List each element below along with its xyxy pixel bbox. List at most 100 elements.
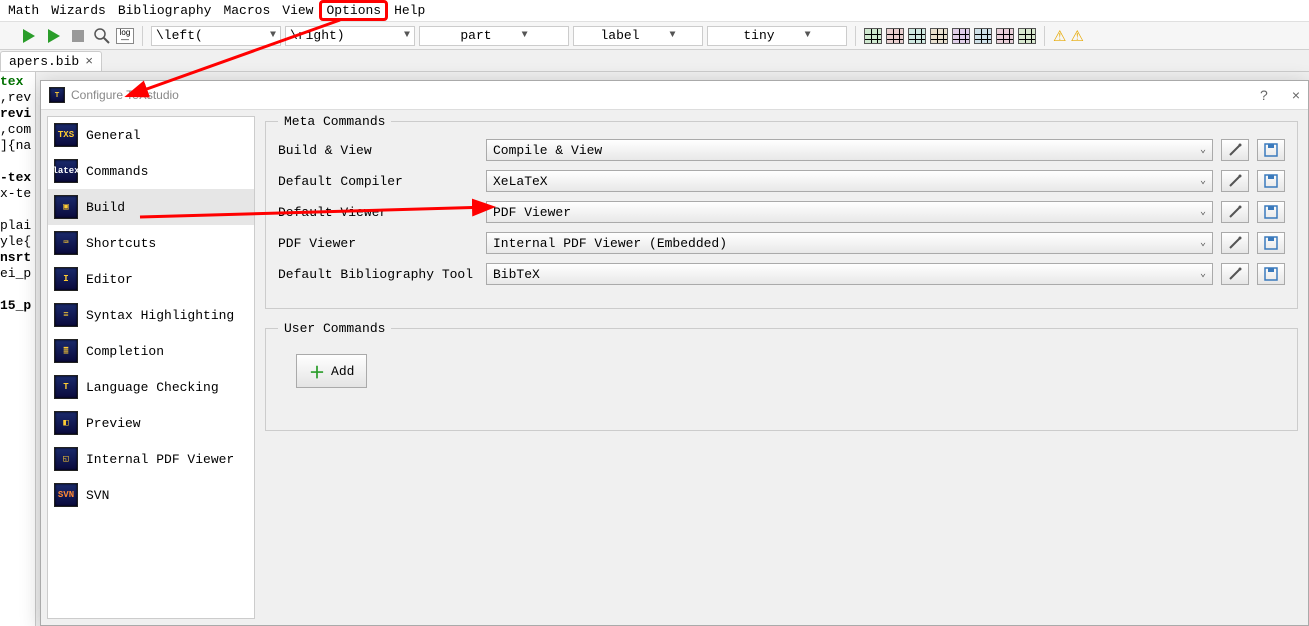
row-build-view: Build & View Compile & View ⌄	[278, 139, 1285, 161]
warning-icon[interactable]: ⚠	[1053, 27, 1066, 45]
sidebar-item-completion[interactable]: ≣ Completion	[48, 333, 254, 369]
commands-icon: latex	[54, 159, 78, 183]
save-button[interactable]	[1257, 139, 1285, 161]
editor-icon: I	[54, 267, 78, 291]
shortcuts-icon: ⌨	[54, 231, 78, 255]
combo-part[interactable]: part ▼	[419, 26, 569, 46]
wand-button[interactable]	[1221, 263, 1249, 285]
sidebar-item-label: Syntax Highlighting	[86, 308, 234, 323]
select-default-compiler[interactable]: XeLaTeX ⌄	[486, 170, 1213, 192]
sidebar-item-build[interactable]: ▣ Build	[48, 189, 254, 225]
table-icon[interactable]	[908, 28, 926, 44]
warning-icon[interactable]: ⚠	[1070, 27, 1083, 45]
add-button[interactable]: ＋ Add	[296, 354, 367, 388]
combo-label[interactable]: label ▼	[573, 26, 703, 46]
select-default-viewer[interactable]: PDF Viewer ⌄	[486, 201, 1213, 223]
table-icon[interactable]	[974, 28, 992, 44]
completion-icon: ≣	[54, 339, 78, 363]
configure-dialog: T Configure TeXstudio ? × TXS General la…	[40, 80, 1309, 626]
chevron-down-icon: ▼	[670, 30, 676, 41]
zoom-icon[interactable]	[92, 26, 112, 46]
table-icon[interactable]	[996, 28, 1014, 44]
user-commands-legend: User Commands	[278, 321, 391, 336]
select-build-view[interactable]: Compile & View ⌄	[486, 139, 1213, 161]
wand-button[interactable]	[1221, 139, 1249, 161]
menu-macros[interactable]: Macros	[217, 1, 276, 20]
table-icon[interactable]	[1018, 28, 1036, 44]
save-button[interactable]	[1257, 201, 1285, 223]
toolbar-separator	[142, 26, 143, 46]
sidebar-item-general[interactable]: TXS General	[48, 117, 254, 153]
combo-right-value: \right)	[290, 28, 345, 43]
sidebar-item-pdf-viewer[interactable]: ◱ Internal PDF Viewer	[48, 441, 254, 477]
sidebar-item-preview[interactable]: ◧ Preview	[48, 405, 254, 441]
menu-bar: Math Wizards Bibliography Macros View Op…	[0, 0, 1309, 22]
sidebar-item-svn[interactable]: SVN SVN	[48, 477, 254, 513]
table-icon[interactable]	[952, 28, 970, 44]
save-button[interactable]	[1257, 263, 1285, 285]
select-pdf-viewer[interactable]: Internal PDF Viewer (Embedded) ⌄	[486, 232, 1213, 254]
config-panel: Meta Commands Build & View Compile & Vie…	[261, 110, 1308, 625]
sidebar-item-editor[interactable]: I Editor	[48, 261, 254, 297]
log-icon[interactable]: log—	[116, 28, 134, 44]
editor-gutter: tex ,rev revi ,com ]{na -tex x-te plai y…	[0, 72, 36, 626]
sidebar-item-commands[interactable]: latex Commands	[48, 153, 254, 189]
file-tab-name: apers.bib	[9, 54, 79, 69]
chevron-down-icon: ⌄	[1200, 237, 1206, 249]
language-icon: T	[54, 375, 78, 399]
add-label: Add	[331, 364, 354, 379]
close-icon[interactable]: ×	[85, 54, 93, 69]
stop-icon[interactable]	[68, 26, 88, 46]
help-button[interactable]: ?	[1260, 87, 1268, 103]
menu-view[interactable]: View	[276, 1, 319, 20]
row-default-compiler: Default Compiler XeLaTeX ⌄	[278, 170, 1285, 192]
label-default-viewer: Default Viewer	[278, 205, 478, 220]
select-value: BibTeX	[493, 267, 540, 282]
settings-sidebar: TXS General latex Commands ▣ Build ⌨ Sho…	[47, 116, 255, 619]
table-icon[interactable]	[886, 28, 904, 44]
menu-help[interactable]: Help	[388, 1, 431, 20]
play-icon[interactable]	[44, 26, 64, 46]
sidebar-item-syntax[interactable]: ≡ Syntax Highlighting	[48, 297, 254, 333]
combo-right[interactable]: \right) ▼	[285, 26, 415, 46]
dialog-titlebar: T Configure TeXstudio ? ×	[41, 81, 1308, 109]
sidebar-item-label: Editor	[86, 272, 133, 287]
sidebar-item-label: General	[86, 128, 141, 143]
save-button[interactable]	[1257, 232, 1285, 254]
wand-button[interactable]	[1221, 201, 1249, 223]
label-bibliography: Default Bibliography Tool	[278, 267, 478, 282]
menu-math[interactable]: Math	[2, 1, 45, 20]
toolbar-separator	[1044, 26, 1045, 46]
menu-wizards[interactable]: Wizards	[45, 1, 112, 20]
toolbar: log— \left( ▼ \right) ▼ part ▼ label ▼ t…	[0, 22, 1309, 50]
file-tab[interactable]: apers.bib ×	[0, 51, 102, 71]
meta-commands-group: Meta Commands Build & View Compile & Vie…	[265, 114, 1298, 309]
select-value: XeLaTeX	[493, 174, 548, 189]
sidebar-item-shortcuts[interactable]: ⌨ Shortcuts	[48, 225, 254, 261]
close-button[interactable]: ×	[1292, 87, 1300, 103]
label-build-view: Build & View	[278, 143, 478, 158]
chevron-down-icon: ▼	[270, 30, 276, 41]
select-bibliography[interactable]: BibTeX ⌄	[486, 263, 1213, 285]
save-button[interactable]	[1257, 170, 1285, 192]
sidebar-item-language[interactable]: T Language Checking	[48, 369, 254, 405]
menu-options[interactable]: Options	[319, 0, 388, 21]
chevron-down-icon: ▼	[522, 30, 528, 41]
combo-left[interactable]: \left( ▼	[151, 26, 281, 46]
combo-tiny[interactable]: tiny ▼	[707, 26, 847, 46]
chevron-down-icon: ⌄	[1200, 206, 1206, 218]
menu-bibliography[interactable]: Bibliography	[112, 1, 218, 20]
wand-button[interactable]	[1221, 170, 1249, 192]
sidebar-item-label: Completion	[86, 344, 164, 359]
chevron-down-icon: ⌄	[1200, 268, 1206, 280]
table-icon[interactable]	[864, 28, 882, 44]
file-tab-bar: apers.bib ×	[0, 50, 1309, 72]
wand-button[interactable]	[1221, 232, 1249, 254]
meta-commands-legend: Meta Commands	[278, 114, 391, 129]
sidebar-item-label: SVN	[86, 488, 109, 503]
general-icon: TXS	[54, 123, 78, 147]
sidebar-item-label: Internal PDF Viewer	[86, 452, 234, 467]
row-pdf-viewer: PDF Viewer Internal PDF Viewer (Embedded…	[278, 232, 1285, 254]
table-icon[interactable]	[930, 28, 948, 44]
run-icon[interactable]	[20, 26, 40, 46]
